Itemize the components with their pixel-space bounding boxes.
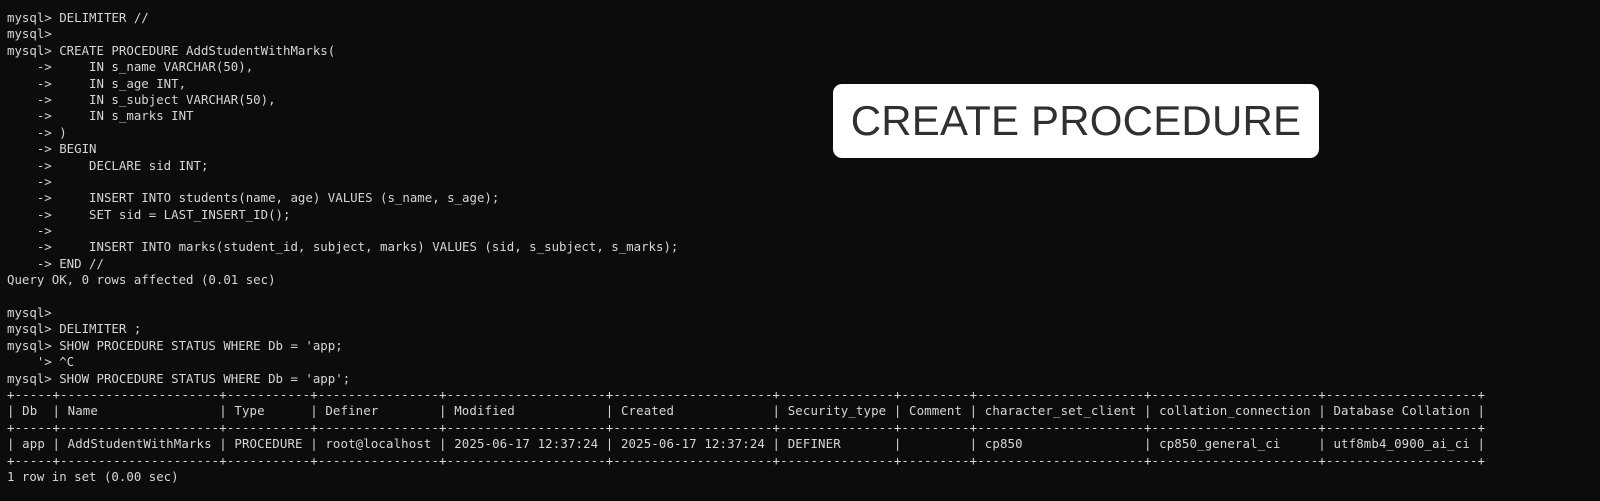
terminal-line: -> SET sid = LAST_INSERT_ID();	[7, 206, 291, 222]
command-history: mysql> DELIMITER // mysql> mysql> CREATE…	[7, 10, 1600, 387]
procedure-status-table: +-----+---------------------+-----------…	[7, 387, 1600, 469]
terminal-line: -> INSERT INTO students(name, age) VALUE…	[7, 190, 500, 206]
terminal-line: mysql> SHOW PROCEDURE STATUS WHERE Db = …	[7, 337, 343, 353]
terminal-line: mysql>	[7, 305, 52, 321]
terminal-line: -> INSERT INTO marks(student_id, subject…	[7, 239, 679, 255]
terminal-line: mysql> DELIMITER //	[7, 10, 149, 25]
terminal-line: mysql> CREATE PROCEDURE AddStudentWithMa…	[7, 42, 336, 58]
table-border: +-----+---------------------+-----------…	[7, 386, 1486, 402]
table-header-row: | Db | Name | Type | Definer | Modified …	[7, 403, 1486, 419]
terminal-line: mysql> DELIMITER ;	[7, 321, 142, 337]
query-result-footer: 1 row in set (0.00 sec)	[7, 468, 179, 484]
terminal-line: mysql> SHOW PROCEDURE STATUS WHERE Db = …	[7, 370, 351, 386]
terminal-line: -> IN s_age INT,	[7, 75, 187, 91]
terminal-line: ->	[7, 223, 52, 239]
terminal-line: -> BEGIN	[7, 141, 97, 157]
terminal-line: -> DECLARE sid INT;	[7, 157, 209, 173]
terminal-line: -> IN s_marks INT	[7, 108, 194, 124]
terminal-line: -> END //	[7, 255, 104, 271]
terminal-line: -> IN s_name VARCHAR(50),	[7, 59, 254, 75]
terminal-line: '> ^C	[7, 354, 75, 370]
table-border: +-----+---------------------+-----------…	[7, 452, 1486, 468]
query-result-status: Query OK, 0 rows affected (0.01 sec)	[7, 272, 276, 288]
terminal-line: -> IN s_subject VARCHAR(50),	[7, 91, 276, 107]
terminal-window[interactable]: mysql> DELIMITER // mysql> mysql> CREATE…	[0, 0, 1600, 501]
terminal-line: ->	[7, 173, 52, 189]
callout-text: CREATE PROCEDURE	[850, 97, 1302, 144]
table-row: | app | AddStudentWithMarks | PROCEDURE …	[7, 436, 1486, 452]
terminal-line: mysql>	[7, 26, 52, 42]
terminal-line: -> )	[7, 124, 67, 140]
callout-label: CREATE PROCEDURE	[833, 84, 1319, 158]
table-border: +-----+---------------------+-----------…	[7, 419, 1486, 435]
